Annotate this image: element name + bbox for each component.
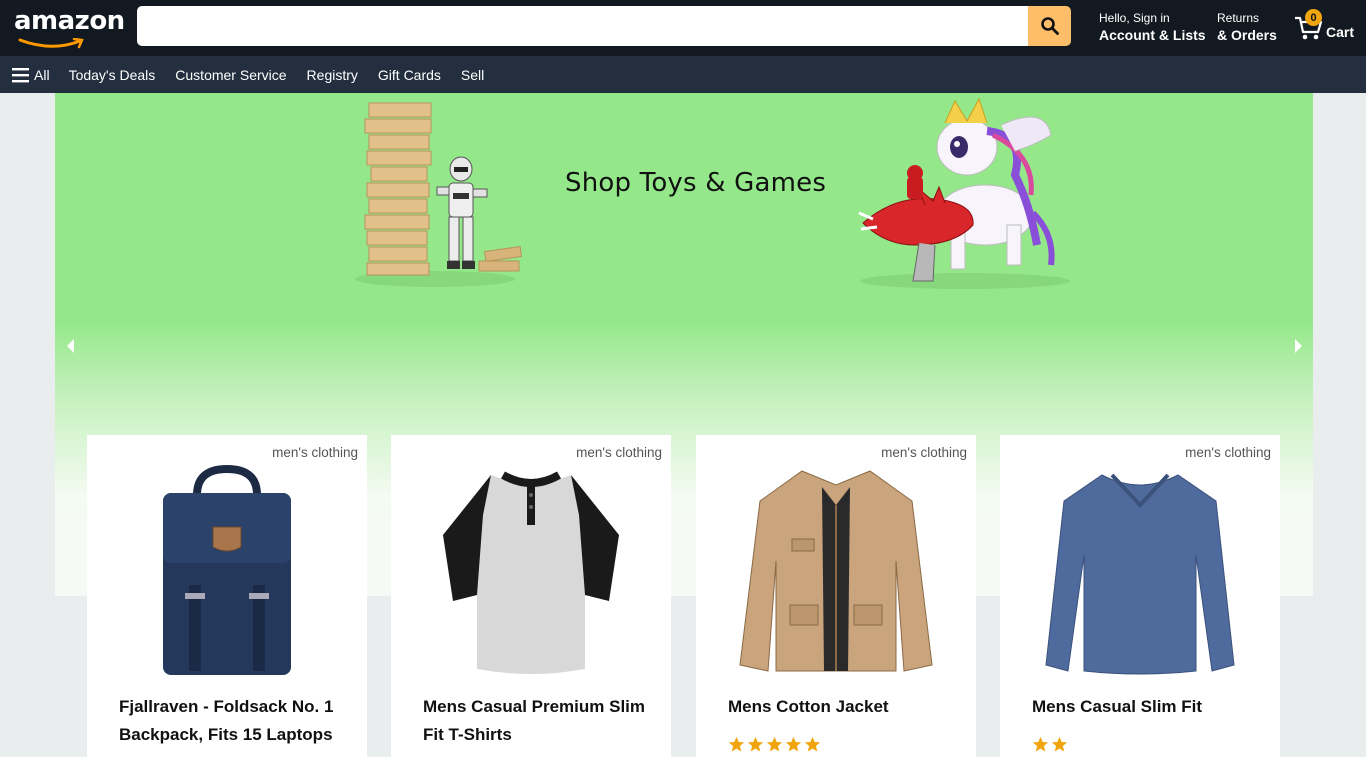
chevron-right-icon bbox=[1295, 339, 1302, 353]
product-category: men's clothing bbox=[272, 445, 358, 460]
product-card[interactable]: men's clothing Mens Casual Slim Fit bbox=[1000, 435, 1280, 757]
logo-smile-icon bbox=[18, 38, 84, 49]
product-category: men's clothing bbox=[576, 445, 662, 460]
toys-pony-dino-image bbox=[858, 97, 1070, 289]
returns-label: Returns bbox=[1217, 11, 1260, 25]
product-title[interactable]: Mens Cotton Jacket bbox=[728, 693, 958, 721]
product-card[interactable]: men's clothing Fjallraven - Foldsack No.… bbox=[87, 435, 367, 757]
cart-button[interactable]: 0 Cart bbox=[1294, 8, 1364, 48]
chevron-left-icon bbox=[67, 339, 74, 353]
account-menu[interactable]: Hello, Sign in Account & Lists bbox=[1099, 10, 1206, 44]
product-title[interactable]: Mens Casual Slim Fit bbox=[1032, 693, 1262, 721]
carousel-next-button[interactable] bbox=[1288, 336, 1308, 356]
account-lists-label: Account & Lists bbox=[1099, 27, 1206, 43]
backpack-image bbox=[163, 465, 291, 675]
nav-todays-deals[interactable]: Today's Deals bbox=[69, 67, 156, 83]
nav-customer-service[interactable]: Customer Service bbox=[175, 67, 286, 83]
cart-count-badge: 0 bbox=[1305, 9, 1322, 26]
search-bar bbox=[137, 6, 1071, 46]
carousel-prev-button[interactable] bbox=[61, 336, 81, 356]
henley-shirt-image bbox=[443, 471, 619, 674]
nav-gift-cards[interactable]: Gift Cards bbox=[378, 67, 441, 83]
product-title[interactable]: Fjallraven - Foldsack No. 1 Backpack, Fi… bbox=[119, 693, 349, 749]
search-input[interactable] bbox=[137, 6, 1028, 46]
logo-text: amazon bbox=[14, 6, 125, 36]
sub-navigation: All Today's Deals Customer Service Regis… bbox=[0, 56, 1366, 93]
jenga-tower-image bbox=[355, 102, 523, 287]
star-icon bbox=[1032, 736, 1049, 752]
star-icon bbox=[728, 736, 745, 752]
signin-greeting: Hello, Sign in bbox=[1099, 11, 1170, 25]
search-button[interactable] bbox=[1028, 6, 1071, 46]
product-title[interactable]: Mens Casual Premium Slim Fit T-Shirts bbox=[423, 693, 653, 749]
hero-title: Shop Toys & Games bbox=[565, 168, 827, 198]
product-category: men's clothing bbox=[881, 445, 967, 460]
star-icon bbox=[766, 736, 783, 752]
cart-label: Cart bbox=[1326, 24, 1355, 40]
returns-orders-link[interactable]: Returns & Orders bbox=[1217, 10, 1277, 44]
long-sleeve-tee-image bbox=[1045, 473, 1235, 675]
top-header: amazon Hello, Sign in Account & Lists Re… bbox=[0, 0, 1366, 56]
star-icon bbox=[785, 736, 802, 752]
product-card[interactable]: men's clothing Mens Casual Premium Slim … bbox=[391, 435, 671, 757]
hamburger-menu-icon bbox=[12, 67, 29, 82]
orders-label: & Orders bbox=[1217, 27, 1277, 43]
star-rating bbox=[728, 736, 821, 753]
star-icon bbox=[747, 736, 764, 752]
product-category: men's clothing bbox=[1185, 445, 1271, 460]
nav-registry[interactable]: Registry bbox=[307, 67, 358, 83]
all-menu-button[interactable]: All bbox=[12, 67, 50, 83]
amazon-logo[interactable]: amazon bbox=[14, 6, 125, 49]
star-icon bbox=[1051, 736, 1068, 752]
star-rating bbox=[1032, 736, 1068, 753]
star-icon bbox=[804, 736, 821, 752]
nav-sell[interactable]: Sell bbox=[461, 67, 484, 83]
product-card[interactable]: men's clothing Mens Cotton Jacket bbox=[696, 435, 976, 757]
search-icon bbox=[1040, 17, 1059, 35]
cotton-jacket-image bbox=[739, 470, 933, 672]
all-menu-label: All bbox=[34, 66, 50, 83]
